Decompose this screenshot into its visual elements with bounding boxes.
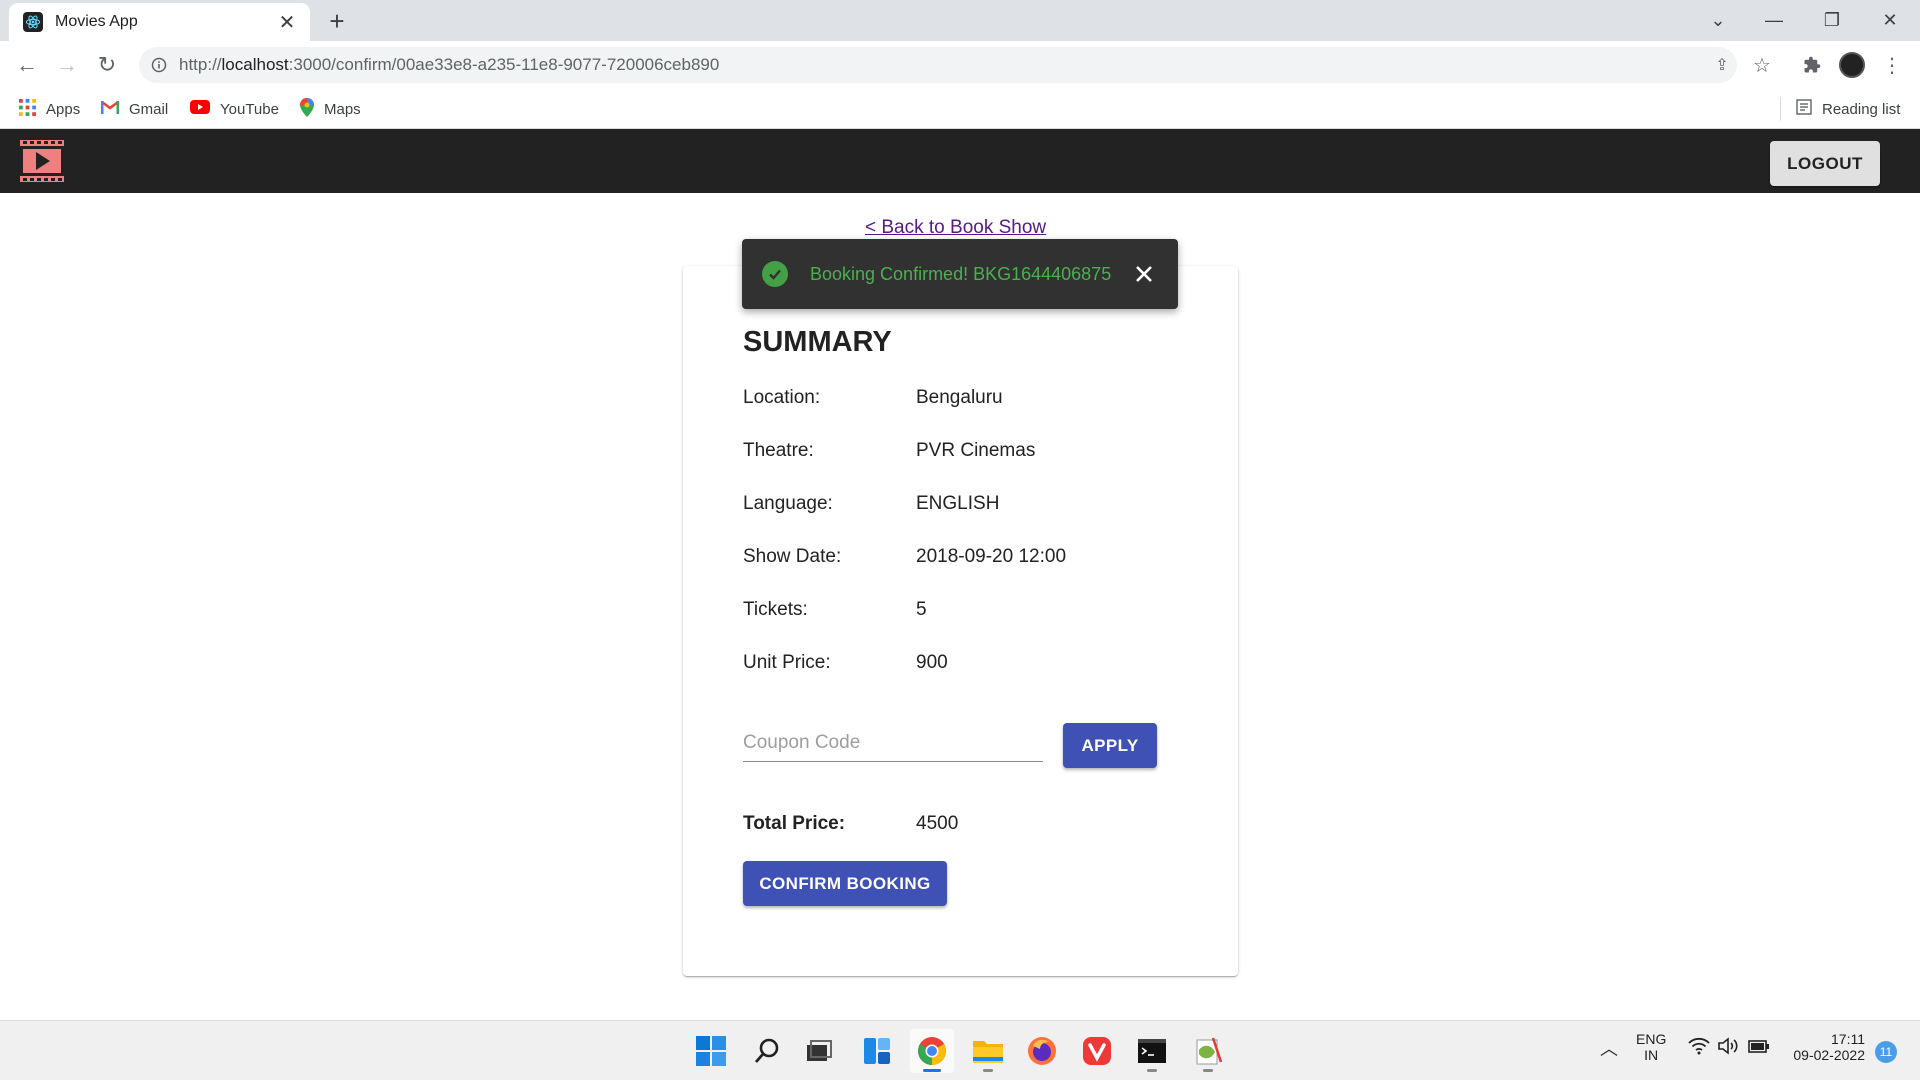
minimize-icon[interactable]: — xyxy=(1746,0,1802,41)
windows-taskbar: ︿ ENG IN 17:11 09-02-2022 xyxy=(0,1020,1920,1080)
notification-count-badge[interactable]: 11 xyxy=(1875,1041,1897,1063)
bookmarks-divider xyxy=(1780,97,1781,121)
logout-button[interactable]: LOGOUT xyxy=(1770,141,1880,186)
new-tab-button[interactable]: + xyxy=(322,6,352,36)
terminal-icon[interactable] xyxy=(1130,1029,1174,1073)
unit-price-label: Unit Price: xyxy=(743,652,831,673)
react-icon xyxy=(23,12,43,32)
bookmark-star-icon[interactable]: ☆ xyxy=(1744,47,1780,83)
success-check-icon xyxy=(762,261,788,287)
share-icon[interactable]: ⇪ xyxy=(1704,47,1740,83)
total-price-value: 4500 xyxy=(916,813,959,834)
browser-tabstrip: Movies App ✕ + ⌄ — ❐ ✕ xyxy=(0,0,1920,41)
location-value: Bengaluru xyxy=(916,387,1003,408)
language-value: ENGLISH xyxy=(916,493,1000,514)
reading-list-button[interactable]: Reading list xyxy=(1796,89,1900,129)
chrome-taskbar-icon[interactable] xyxy=(910,1029,954,1073)
address-bar[interactable]: http://localhost:3000/confirm/00ae33e8-a… xyxy=(139,47,1737,83)
app-header: LOGOUT xyxy=(0,129,1920,193)
back-arrow-icon[interactable]: ← xyxy=(9,47,45,83)
battery-icon[interactable] xyxy=(1748,1038,1770,1057)
running-indicator xyxy=(1203,1069,1213,1072)
clock[interactable]: 17:11 09-02-2022 xyxy=(1783,1031,1865,1063)
close-tab-icon[interactable]: ✕ xyxy=(276,10,298,35)
back-to-book-show-link[interactable]: < Back to Book Show xyxy=(865,217,1046,239)
menu-kebab-icon[interactable]: ⋮ xyxy=(1874,47,1910,83)
region-code: IN xyxy=(1644,1047,1659,1063)
extensions-icon[interactable] xyxy=(1794,47,1830,83)
firefox-icon[interactable] xyxy=(1020,1029,1064,1073)
forward-arrow-icon[interactable]: → xyxy=(49,47,85,83)
bookmark-label: Apps xyxy=(46,100,81,118)
profile-avatar[interactable] xyxy=(1834,47,1870,83)
bookmark-gmail[interactable]: Gmail xyxy=(101,89,168,129)
maps-icon xyxy=(300,97,314,121)
apply-coupon-button[interactable]: APPLY xyxy=(1063,723,1157,768)
file-explorer-icon[interactable] xyxy=(966,1029,1010,1073)
apps-grid-icon xyxy=(19,98,36,120)
tickets-label: Tickets: xyxy=(743,599,808,620)
reading-list-label: Reading list xyxy=(1822,100,1901,118)
bookmark-label: YouTube xyxy=(220,100,279,118)
tab-search-icon[interactable]: ⌄ xyxy=(1690,0,1746,41)
bookmark-label: Maps xyxy=(324,100,361,118)
restore-icon[interactable]: ❐ xyxy=(1804,0,1860,41)
show-date-label: Show Date: xyxy=(743,546,842,567)
summary-title: SUMMARY xyxy=(743,326,892,358)
show-hidden-icons-chevron-icon[interactable]: ︿ xyxy=(1600,1035,1618,1061)
widgets-icon[interactable] xyxy=(855,1029,899,1073)
site-info-icon[interactable] xyxy=(139,57,179,73)
theatre-label: Theatre: xyxy=(743,440,814,461)
movie-film-logo-icon[interactable] xyxy=(19,138,65,184)
language-code: ENG xyxy=(1636,1031,1667,1047)
clock-time: 17:11 xyxy=(1831,1031,1865,1047)
bookmark-label: Gmail xyxy=(129,100,169,118)
windows-start-icon[interactable] xyxy=(689,1029,733,1073)
close-icon[interactable] xyxy=(1130,260,1158,288)
search-icon[interactable] xyxy=(745,1029,789,1073)
wifi-icon[interactable] xyxy=(1688,1037,1710,1058)
volume-icon[interactable] xyxy=(1717,1037,1739,1058)
notepad-plus-plus-icon[interactable] xyxy=(1186,1029,1230,1073)
browser-toolbar: ← → ↻ http://localhost:3000/confirm/00ae… xyxy=(0,41,1920,89)
bookmark-youtube[interactable]: YouTube xyxy=(190,89,279,129)
youtube-icon xyxy=(190,100,210,118)
gmail-icon xyxy=(101,100,119,118)
bookmark-apps[interactable]: Apps xyxy=(19,89,80,129)
running-indicator xyxy=(983,1069,993,1072)
task-view-icon[interactable] xyxy=(797,1029,841,1073)
bookmark-maps[interactable]: Maps xyxy=(300,89,361,129)
location-label: Location: xyxy=(743,387,821,408)
unit-price-value: 900 xyxy=(916,652,948,673)
tab-title: Movies App xyxy=(55,13,138,30)
close-window-icon[interactable]: ✕ xyxy=(1862,0,1918,41)
language-label: Language: xyxy=(743,493,833,514)
total-price-label: Total Price: xyxy=(743,813,846,834)
vivaldi-icon[interactable] xyxy=(1075,1029,1119,1073)
language-indicator[interactable]: ENG IN xyxy=(1636,1031,1666,1063)
tickets-value: 5 xyxy=(916,599,927,620)
reload-icon[interactable]: ↻ xyxy=(89,47,125,83)
booking-confirmed-snackbar: Booking Confirmed! BKG1644406875 xyxy=(742,239,1178,309)
show-date-value: 2018-09-20 12:00 xyxy=(916,546,1067,567)
confirm-booking-button[interactable]: CONFIRM BOOKING xyxy=(743,861,947,906)
active-indicator xyxy=(923,1069,941,1072)
clock-date: 09-02-2022 xyxy=(1793,1047,1865,1063)
coupon-code-input[interactable] xyxy=(743,728,1043,762)
bookmarks-bar: Apps Gmail YouTube Maps Reading list xyxy=(0,89,1920,129)
theatre-value: PVR Cinemas xyxy=(916,440,1036,461)
running-indicator xyxy=(1147,1069,1157,1072)
reading-list-icon xyxy=(1796,99,1812,119)
tab-movies-app[interactable]: Movies App ✕ xyxy=(9,3,310,41)
url-text: http://localhost:3000/confirm/00ae33e8-a… xyxy=(179,55,720,74)
snackbar-message: Booking Confirmed! BKG1644406875 xyxy=(810,263,1112,284)
